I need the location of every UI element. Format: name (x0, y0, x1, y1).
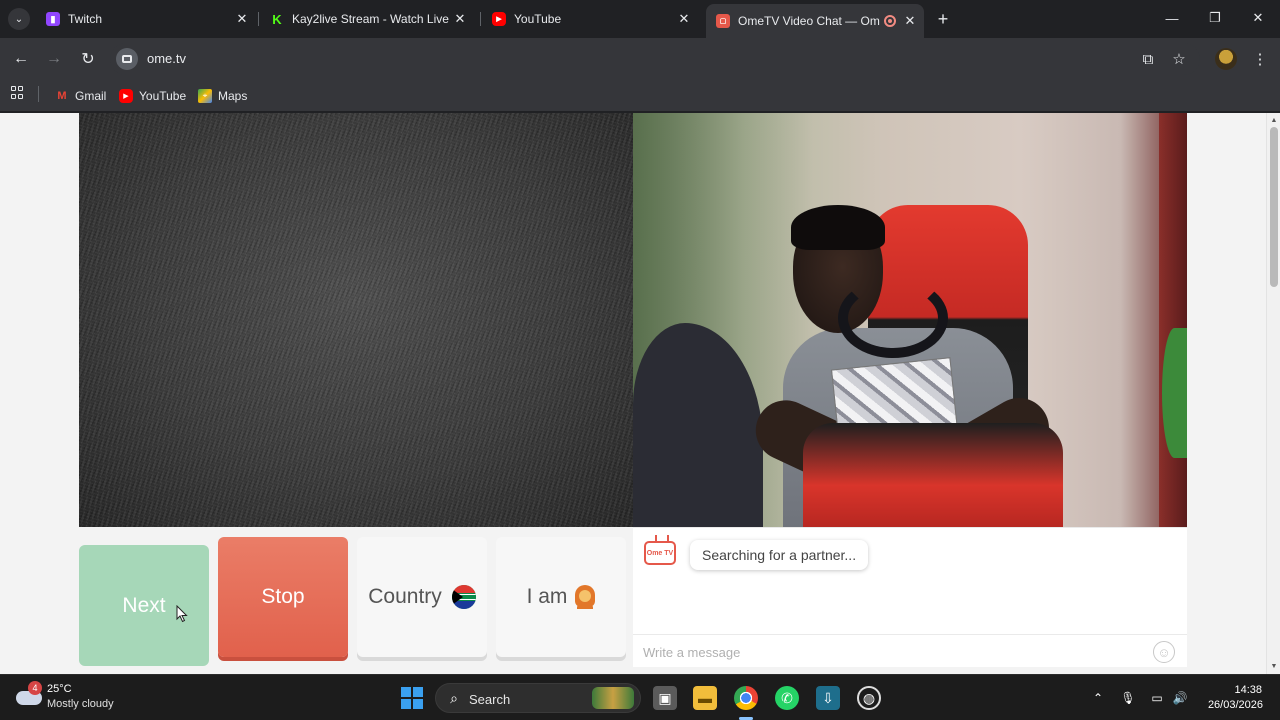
installer-icon[interactable]: ⇩ (816, 686, 840, 710)
twitch-icon: ▮ (46, 12, 60, 26)
weather-icon[interactable]: 4 (16, 681, 42, 707)
tab-strip: ⌄ ▮ Twitch ✕ K Kay2live Stream - Watch L… (0, 0, 1280, 38)
tab-twitch[interactable]: ▮ Twitch ✕ (36, 6, 256, 32)
address-bar[interactable]: ome.tv (110, 43, 1200, 75)
country-label: Country (368, 585, 442, 608)
tab-title: Kay2live Stream - Watch Live on (292, 12, 452, 26)
youtube-icon: ▶ (119, 89, 133, 103)
bookmark-star-icon[interactable]: ☆ (1169, 49, 1189, 69)
message-composer: ☺ (633, 634, 1187, 668)
back-icon[interactable]: ← (10, 48, 32, 70)
south-africa-flag-icon (451, 585, 476, 609)
close-icon[interactable]: ✕ (452, 11, 468, 27)
kick-icon: K (270, 12, 284, 27)
gender-button[interactable]: I am (496, 537, 626, 657)
tab-search-button[interactable]: ⌄ (8, 8, 30, 30)
weather-badge: 4 (28, 681, 42, 695)
chevron-up-icon[interactable]: ⌃ (1089, 689, 1107, 707)
country-button[interactable]: Country (357, 537, 487, 657)
tab-title: OmeTV Video Chat — Ome (738, 14, 880, 28)
minimize-icon[interactable]: — (1162, 8, 1182, 28)
profile-avatar[interactable] (1215, 48, 1237, 70)
windows-taskbar: 4 25°C Mostly cloudy ⌕ Search ▣ ▬ ✆ ⇩ ◍ … (0, 674, 1280, 720)
next-button[interactable]: Next (79, 545, 209, 666)
bookmark-gmail[interactable]: M Gmail (55, 87, 106, 105)
tab-separator (258, 12, 259, 26)
clock-date[interactable]: 26/03/2026 (1199, 699, 1263, 711)
next-label: Next (122, 593, 166, 617)
clock-time[interactable]: 14:38 (1230, 684, 1262, 696)
gmail-icon: M (57, 90, 67, 102)
scroll-thumb[interactable] (1270, 127, 1278, 287)
weather-condition: Mostly cloudy (47, 698, 114, 710)
bookmark-divider (38, 86, 39, 102)
stop-label: Stop (261, 585, 305, 608)
tab-ometv[interactable]: ▢ OmeTV Video Chat — Ome ✕ (706, 4, 924, 38)
site-info-icon[interactable] (116, 48, 138, 70)
scroll-down-icon[interactable]: ▼ (1270, 662, 1278, 670)
apps-grid-icon[interactable] (11, 86, 25, 100)
taskbar-search[interactable]: ⌕ Search (435, 683, 641, 713)
ometv-icon: ▢ (716, 14, 730, 28)
maps-icon: ⌖ (198, 89, 212, 103)
stop-button[interactable]: Stop (218, 537, 348, 657)
partner-video (79, 113, 633, 527)
install-app-icon[interactable]: ⧉ (1138, 49, 1158, 69)
close-icon[interactable]: ✕ (902, 13, 918, 29)
headphones (838, 278, 948, 358)
close-icon[interactable]: ✕ (234, 11, 250, 27)
chrome-icon[interactable] (734, 686, 758, 710)
volume-icon[interactable]: 🔊 (1171, 689, 1189, 707)
youtube-icon: ▶ (492, 12, 506, 26)
bookmark-label: Gmail (75, 89, 107, 103)
close-icon[interactable]: ✕ (676, 11, 692, 27)
menu-kebab-icon[interactable]: ⋮ (1250, 49, 1270, 69)
message-input[interactable] (643, 641, 1123, 663)
tab-title: YouTube (514, 12, 562, 26)
obs-icon[interactable]: ◍ (857, 686, 881, 710)
scroll-up-icon[interactable]: ▲ (1270, 116, 1278, 124)
search-label: Search (469, 692, 511, 707)
close-window-icon[interactable]: ✕ (1248, 8, 1268, 28)
reload-icon[interactable]: ↻ (77, 48, 99, 70)
whatsapp-icon[interactable]: ✆ (775, 686, 799, 710)
task-view-icon[interactable]: ▣ (653, 686, 677, 710)
new-tab-button[interactable]: + (933, 9, 953, 29)
network-icon[interactable]: ▭ (1148, 689, 1166, 707)
tab-separator (480, 12, 481, 26)
status-message: Searching for a partner... (690, 540, 869, 570)
tab-title: Twitch (68, 12, 103, 26)
chat-panel: Ome TV Searching for a partner... ☺ (633, 527, 1187, 667)
microphone-icon[interactable]: 🎙 (1119, 689, 1137, 707)
self-camera-video (633, 113, 1187, 527)
bookmark-label: YouTube (139, 89, 187, 103)
bookmark-youtube[interactable]: ▶ YouTube (119, 87, 186, 105)
file-explorer-icon[interactable]: ▬ (693, 686, 717, 710)
bookmark-label: Maps (218, 89, 248, 103)
page-content: Next Stop Country I am Ome TV Searching … (0, 113, 1266, 674)
tab-kick[interactable]: K Kay2live Stream - Watch Live on ✕ (260, 6, 474, 32)
ometv-logo-icon: Ome TV (644, 541, 676, 565)
url-text: ome.tv (147, 51, 187, 66)
search-highlight-image (592, 687, 634, 709)
bookmarks-bar (0, 80, 1280, 112)
emoji-icon[interactable]: ☺ (1153, 641, 1175, 663)
page-scrollbar[interactable]: ▲ ▼ (1266, 113, 1280, 674)
forward-icon[interactable]: → (43, 48, 65, 70)
person-icon (575, 585, 596, 609)
search-icon: ⌕ (450, 689, 458, 706)
bookmark-maps[interactable]: ⌖ Maps (198, 87, 247, 105)
weather-temperature: 25°C (47, 683, 72, 695)
recording-icon (884, 15, 896, 27)
tab-youtube[interactable]: ▶ YouTube ✕ (482, 6, 698, 32)
mouse-cursor-icon (176, 605, 188, 623)
restore-icon[interactable]: ❐ (1205, 8, 1225, 28)
browser-toolbar: ← → ↻ ome.tv ⧉ ☆ ⋮ (0, 38, 1280, 80)
iam-label: I am (526, 585, 568, 608)
start-windows-icon[interactable] (401, 687, 423, 709)
